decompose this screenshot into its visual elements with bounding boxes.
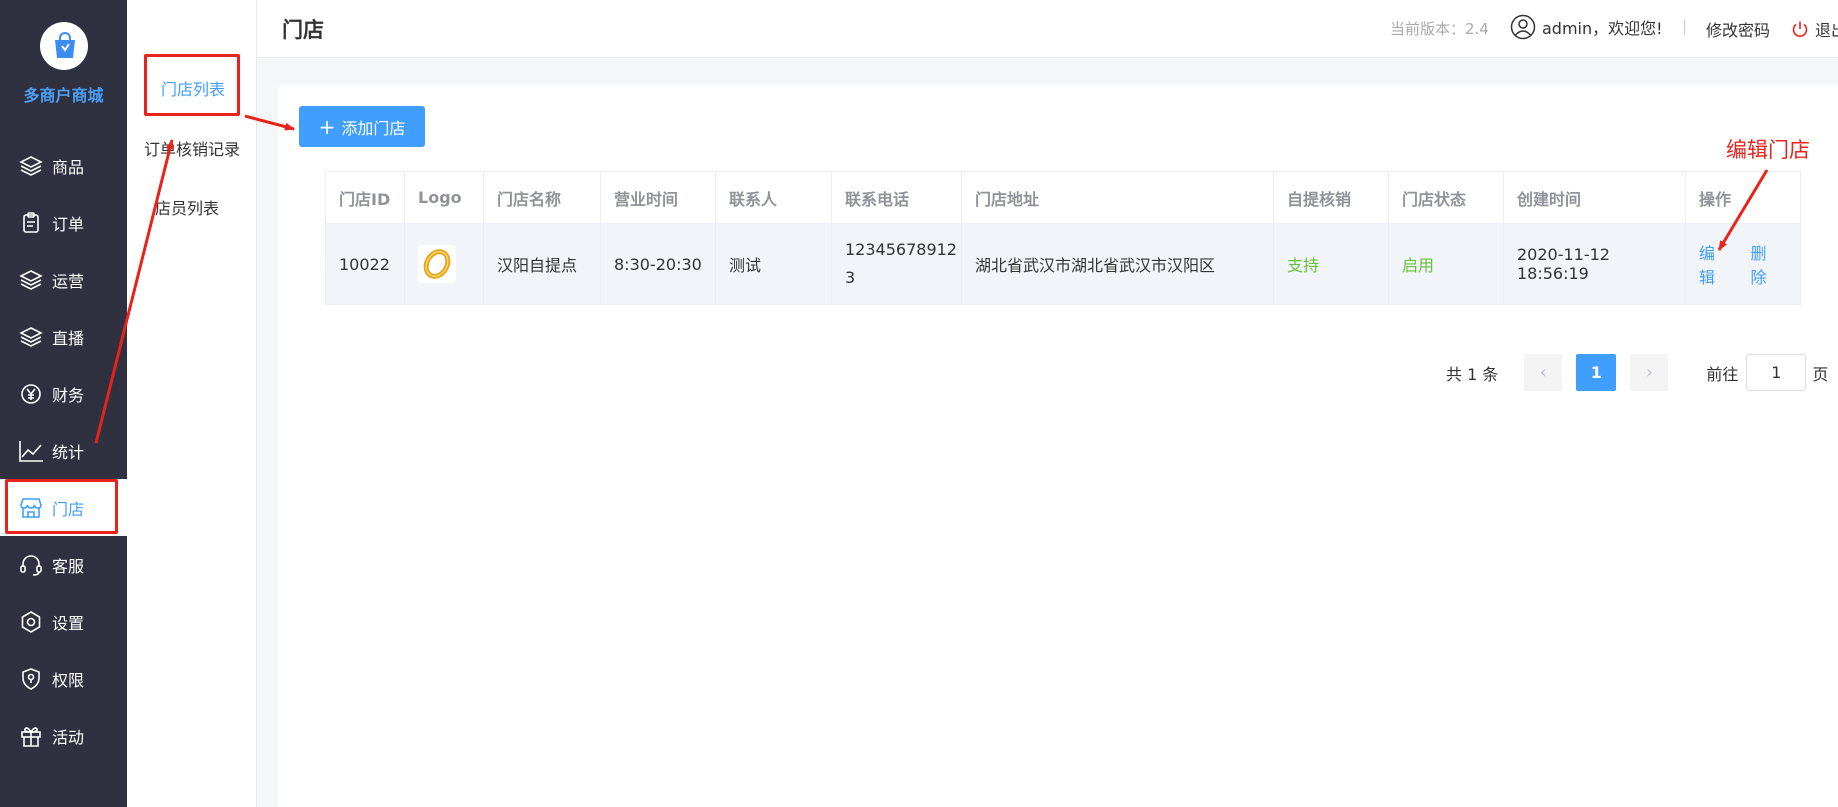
annotation-arrows: [94, 114, 1769, 444]
arrow-stores-to-submenu: [94, 139, 174, 444]
arrow-submenu-to-add: [244, 114, 295, 131]
arrow-label-to-edit: [1717, 169, 1769, 251]
